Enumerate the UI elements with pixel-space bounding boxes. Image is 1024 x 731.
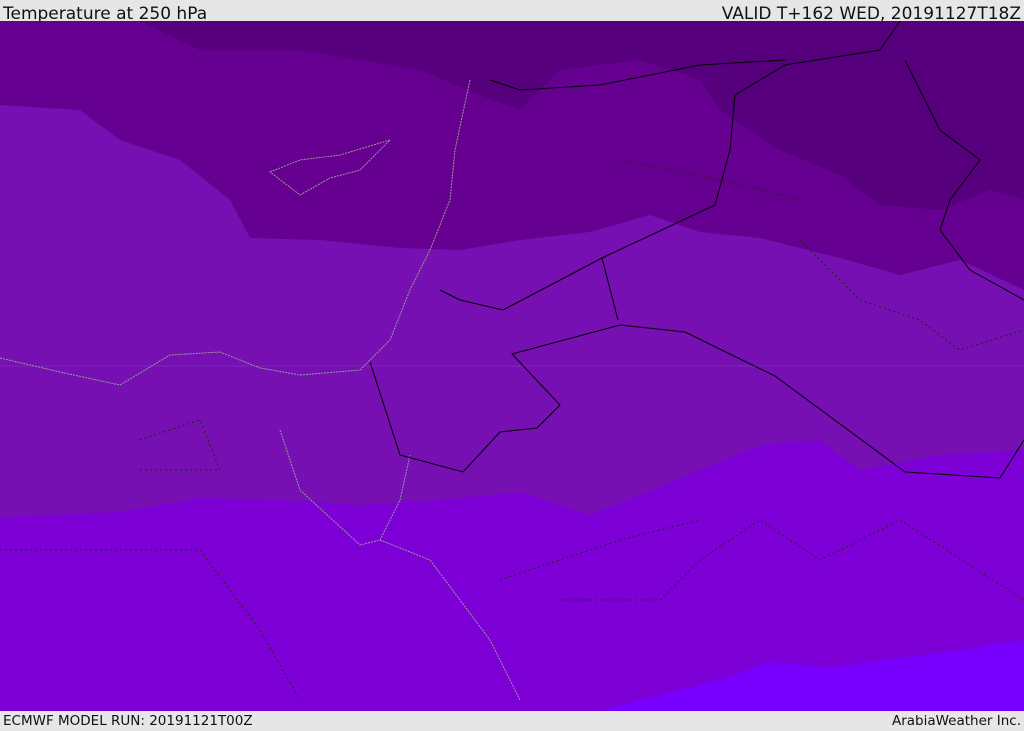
header-bar: Temperature at 250 hPa VALID T+162 WED, … — [0, 0, 1024, 24]
footer-bar: ECMWF MODEL RUN: 20191121T00Z ArabiaWeat… — [0, 711, 1024, 729]
model-run: ECMWF MODEL RUN: 20191121T00Z — [3, 713, 253, 729]
credit: ArabiaWeather Inc. — [891, 713, 1021, 729]
temperature-map[interactable] — [0, 21, 1024, 711]
